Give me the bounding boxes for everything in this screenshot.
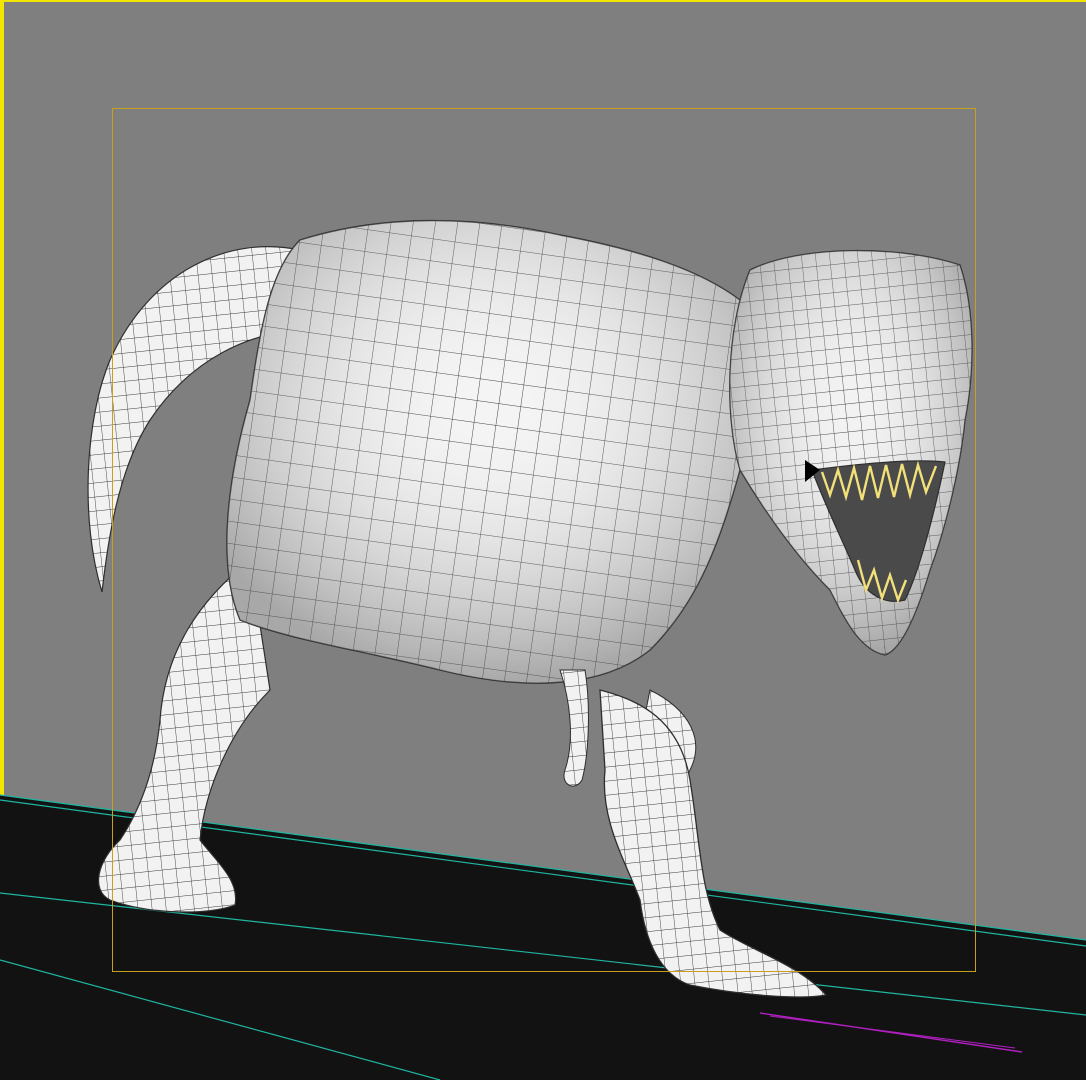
3d-viewport[interactable] — [0, 0, 1086, 1080]
scene-canvas[interactable] — [0, 0, 1086, 1080]
